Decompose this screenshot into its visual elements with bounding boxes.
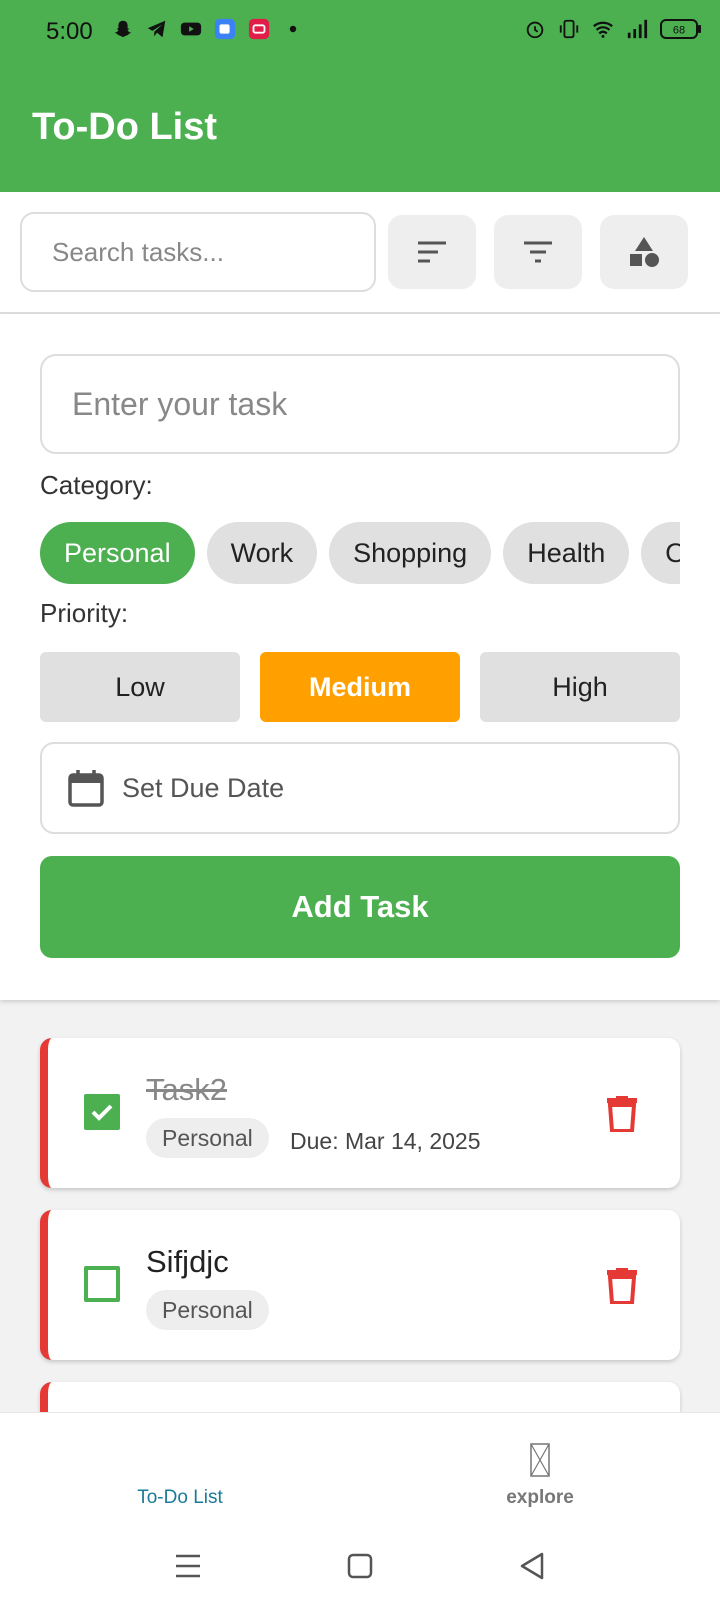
system-nav-bar <box>0 1528 720 1600</box>
search-toolbar <box>0 192 720 314</box>
priority-label: Priority: <box>40 598 129 628</box>
chip-personal[interactable]: Personal <box>40 522 195 584</box>
category-button[interactable] <box>600 215 688 289</box>
back-icon[interactable] <box>519 1552 545 1580</box>
chip-health[interactable]: Health <box>503 522 630 584</box>
nav-label: To-Do List <box>137 1487 223 1508</box>
chip-other[interactable]: Other <box>641 522 680 584</box>
add-task-button[interactable]: Add Task <box>40 856 680 958</box>
telegram-icon <box>147 20 166 38</box>
category-label: Category: <box>40 470 153 500</box>
status-time: 5:00 <box>46 18 93 45</box>
priority-low-button[interactable]: Low <box>40 652 240 722</box>
status-bar: 5:00 68 <box>0 0 720 64</box>
snapchat-icon <box>114 20 132 38</box>
explore-icon <box>530 1443 550 1477</box>
youtube-icon <box>180 22 202 36</box>
add-task-form: Category: PersonalWorkShoppingHealth Othe… <box>0 314 720 1000</box>
task-checkbox[interactable] <box>84 1094 120 1130</box>
vibrate-icon <box>559 19 579 39</box>
delete-icon[interactable] <box>606 1266 638 1304</box>
screen-record-icon <box>248 18 270 40</box>
app-icon <box>214 18 236 40</box>
menu-icon[interactable] <box>174 1554 202 1578</box>
due-date-label: Set Due Date <box>122 772 285 803</box>
delete-icon[interactable] <box>606 1094 638 1132</box>
home-icon[interactable] <box>347 1553 373 1579</box>
check-icon <box>91 1104 113 1121</box>
priority-medium-button[interactable]: Medium <box>260 652 460 722</box>
battery-level: 68 <box>673 25 685 37</box>
task-due-date: Due: Mar 14, 2025 <box>290 1128 481 1154</box>
bottom-nav: To-Do List explore <box>0 1412 720 1528</box>
alarm-icon <box>526 21 544 39</box>
category-chips: PersonalWorkShoppingHealth Other <box>40 522 680 586</box>
task-card[interactable]: Task2 Personal Due: Mar 14, 2025 <box>40 1038 680 1188</box>
battery-icon: 68 <box>660 19 701 39</box>
filter-button[interactable] <box>494 215 582 289</box>
wifi-icon <box>593 21 613 38</box>
calendar-icon <box>68 770 104 807</box>
task-title: Sifjdjc <box>146 1244 229 1279</box>
priority-high-button[interactable]: High <box>480 652 680 722</box>
task-card[interactable]: Sifjdjc Personal <box>40 1210 680 1360</box>
task-input[interactable] <box>40 354 680 454</box>
sort-button[interactable] <box>388 215 476 289</box>
search-input[interactable] <box>20 212 376 292</box>
dot-icon <box>289 25 297 33</box>
chip-work[interactable]: Work <box>206 522 318 584</box>
signal-icon <box>627 19 648 39</box>
category-shapes-icon <box>630 237 659 267</box>
task-checkbox[interactable] <box>84 1266 120 1302</box>
chip-shopping[interactable]: Shopping <box>329 522 492 584</box>
nav-label: explore <box>506 1487 574 1508</box>
task-category-badge: Personal <box>146 1290 269 1330</box>
due-date-field[interactable]: Set Due Date <box>40 742 680 834</box>
task-category-badge: Personal <box>146 1118 269 1158</box>
sort-icon <box>418 241 446 263</box>
task-title: Task2 <box>146 1072 227 1107</box>
app-screen: 5:00 68 To-Do List Search tasks... Enter… <box>0 0 720 1600</box>
app-header: 5:00 68 To-Do List <box>0 0 720 192</box>
page-title: To-Do List <box>32 106 218 148</box>
nav-explore[interactable]: explore <box>360 1413 720 1529</box>
filter-icon <box>524 241 552 263</box>
nav-todo-list[interactable]: To-Do List <box>0 1413 360 1529</box>
